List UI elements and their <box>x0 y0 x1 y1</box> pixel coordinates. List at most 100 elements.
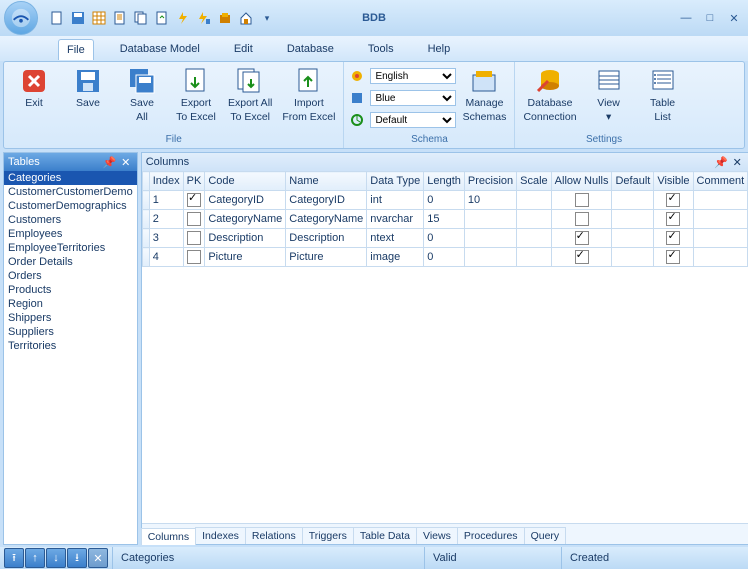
table-item[interactable]: Shippers <box>4 311 137 325</box>
import-excel-button[interactable]: ImportFrom Excel <box>278 64 339 125</box>
tab-query[interactable]: Query <box>524 527 567 544</box>
table-item[interactable]: Categories <box>4 171 137 185</box>
checkbox[interactable] <box>666 193 680 207</box>
col-header[interactable]: Data Type <box>367 172 424 191</box>
view-button[interactable]: View▾ <box>583 64 635 125</box>
col-header[interactable]: Scale <box>517 172 552 191</box>
table-item[interactable]: CustomerCustomerDemo <box>4 185 137 199</box>
exit-button[interactable]: Exit <box>8 64 60 112</box>
menu-tools[interactable]: Tools <box>360 39 402 59</box>
table-item[interactable]: Region <box>4 297 137 311</box>
tables-tree[interactable]: CategoriesCustomerCustomerDemoCustomerDe… <box>4 171 137 544</box>
checkbox[interactable] <box>666 212 680 226</box>
close-pane-icon[interactable]: ✕ <box>730 155 744 169</box>
table-item[interactable]: CustomerDemographics <box>4 199 137 213</box>
table-item[interactable]: Orders <box>4 269 137 283</box>
qat-copy-icon[interactable] <box>132 9 150 27</box>
qat-grid-icon[interactable] <box>90 9 108 27</box>
qat-save-icon[interactable] <box>69 9 87 27</box>
table-row[interactable]: 2CategoryNameCategoryNamenvarchar15 <box>142 210 748 229</box>
checkbox[interactable] <box>575 231 589 245</box>
table-list-button[interactable]: TableList <box>637 64 689 125</box>
table-item[interactable]: Order Details <box>4 255 137 269</box>
table-row[interactable]: 4PicturePictureimage0 <box>142 248 748 267</box>
save-all-button[interactable]: SaveAll <box>116 64 168 125</box>
table-item[interactable]: Employees <box>4 227 137 241</box>
qat-db-icon[interactable] <box>216 9 234 27</box>
qat-bolt-icon[interactable] <box>174 9 192 27</box>
checkbox[interactable] <box>187 231 201 245</box>
manage-schemas-button[interactable]: ManageSchemas <box>458 64 510 125</box>
save-button[interactable]: Save <box>62 64 114 112</box>
columns-pane-title-text: Columns <box>146 156 189 168</box>
qat-bolt2-icon[interactable] <box>195 9 213 27</box>
export-excel-button[interactable]: ExportTo Excel <box>170 64 222 125</box>
nav-last-button[interactable]: ⭳ <box>67 548 87 568</box>
db-connection-icon <box>535 66 565 96</box>
qat-refresh-icon[interactable] <box>153 9 171 27</box>
col-header[interactable]: PK <box>183 172 205 191</box>
close-pane-icon[interactable]: ✕ <box>119 155 133 169</box>
checkbox[interactable] <box>575 250 589 264</box>
profile-select[interactable]: Default <box>370 112 456 128</box>
qat-home-icon[interactable] <box>237 9 255 27</box>
tab-relations[interactable]: Relations <box>245 527 303 544</box>
tab-table-data[interactable]: Table Data <box>353 527 417 544</box>
menu-help[interactable]: Help <box>420 39 459 59</box>
checkbox[interactable] <box>575 193 589 207</box>
columns-grid[interactable]: IndexPKCodeNameData TypeLengthPrecisionS… <box>142 171 748 267</box>
columns-pane-title: Columns 📌 ✕ <box>142 153 748 171</box>
pin-icon[interactable]: 📌 <box>103 155 117 169</box>
db-connection-button[interactable]: DatabaseConnection <box>519 64 580 125</box>
columns-grid-wrap[interactable]: IndexPKCodeNameData TypeLengthPrecisionS… <box>142 171 748 523</box>
export-all-excel-button[interactable]: Export AllTo Excel <box>224 64 276 125</box>
pin-icon[interactable]: 📌 <box>714 155 728 169</box>
menu-database-model[interactable]: Database Model <box>112 39 208 59</box>
app-menu-button[interactable] <box>4 1 38 35</box>
checkbox[interactable] <box>666 231 680 245</box>
window-buttons: — □ ✕ <box>678 10 742 26</box>
tab-triggers[interactable]: Triggers <box>302 527 354 544</box>
col-header[interactable]: Name <box>286 172 367 191</box>
tab-indexes[interactable]: Indexes <box>195 527 246 544</box>
table-item[interactable]: Customers <box>4 213 137 227</box>
checkbox[interactable] <box>187 250 201 264</box>
qat-new-icon[interactable] <box>48 9 66 27</box>
table-row[interactable]: 3DescriptionDescriptionntext0 <box>142 229 748 248</box>
col-header[interactable]: Precision <box>464 172 516 191</box>
tab-procedures[interactable]: Procedures <box>457 527 525 544</box>
group-label: File <box>8 134 339 148</box>
col-header[interactable]: Length <box>424 172 465 191</box>
table-row[interactable]: 1CategoryIDCategoryIDint010 <box>142 191 748 210</box>
minimize-button[interactable]: — <box>678 10 694 26</box>
checkbox[interactable] <box>666 250 680 264</box>
table-item[interactable]: Territories <box>4 339 137 353</box>
nav-up-button[interactable]: ↑ <box>25 548 45 568</box>
checkbox[interactable] <box>575 212 589 226</box>
table-item[interactable]: Products <box>4 283 137 297</box>
nav-first-button[interactable]: ⭱ <box>4 548 24 568</box>
theme-select[interactable]: Blue <box>370 90 456 106</box>
menu-file[interactable]: File <box>58 39 94 60</box>
language-select[interactable]: English <box>370 68 456 84</box>
col-header[interactable]: Visible <box>654 172 693 191</box>
nav-delete-button[interactable]: ✕ <box>88 548 108 568</box>
col-header[interactable]: Comment <box>693 172 748 191</box>
qat-dropdown-icon[interactable]: ▾ <box>258 9 276 27</box>
checkbox[interactable] <box>187 212 201 226</box>
close-button[interactable]: ✕ <box>726 10 742 26</box>
table-item[interactable]: EmployeeTerritories <box>4 241 137 255</box>
tab-views[interactable]: Views <box>416 527 458 544</box>
col-header[interactable]: Code <box>205 172 286 191</box>
nav-down-button[interactable]: ↓ <box>46 548 66 568</box>
maximize-button[interactable]: □ <box>702 10 718 26</box>
menu-database[interactable]: Database <box>279 39 342 59</box>
qat-script-icon[interactable] <box>111 9 129 27</box>
col-header[interactable]: Default <box>612 172 654 191</box>
col-header[interactable]: Allow Nulls <box>551 172 612 191</box>
tab-columns[interactable]: Columns <box>141 528 196 545</box>
col-header[interactable]: Index <box>149 172 183 191</box>
checkbox[interactable] <box>187 193 201 207</box>
menu-edit[interactable]: Edit <box>226 39 261 59</box>
table-item[interactable]: Suppliers <box>4 325 137 339</box>
